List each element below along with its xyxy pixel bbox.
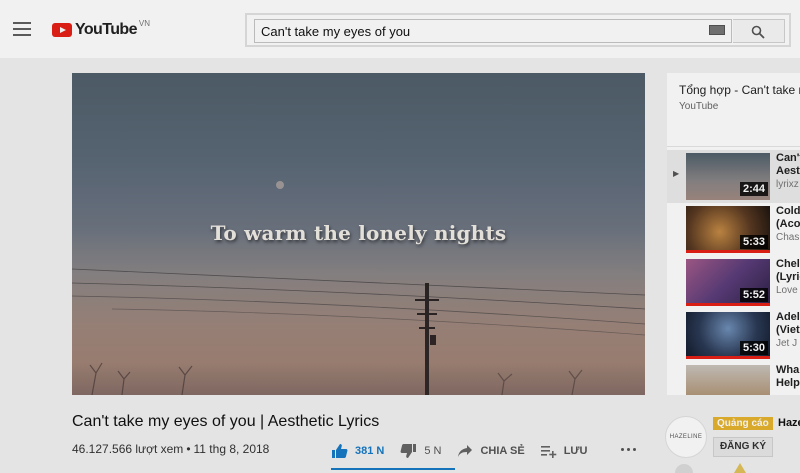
video-caption: To warm the lonely nights (210, 221, 507, 245)
video-name: Wha (776, 364, 800, 376)
watch-progress (686, 303, 770, 306)
like-bar (331, 468, 455, 470)
video-player[interactable]: To warm the lonely nights (72, 73, 645, 395)
subscribe-button[interactable]: ĐĂNG KÝ (713, 437, 773, 457)
video-name-line2: Help (776, 377, 800, 389)
playlist-channel[interactable]: YouTube (679, 101, 718, 112)
video-actions: 381 N 5 N CHIA SẺ LƯU (331, 436, 604, 466)
video-author: Chas (776, 232, 800, 243)
more-actions-icon[interactable] (621, 448, 639, 451)
playlist-title[interactable]: Tổng hợp - Can't take m (679, 83, 800, 97)
youtube-logo[interactable]: YouTube VN (52, 19, 150, 41)
watch-progress (686, 356, 770, 359)
ad-artwork-image (675, 463, 746, 473)
save-label: LƯU (563, 445, 588, 457)
playlist-item[interactable]: 5:33 Cold (Aco Chas (667, 203, 800, 256)
share-label: CHIA SẺ (480, 445, 525, 457)
search-input[interactable] (254, 19, 732, 43)
logo-wordmark: YouTube (75, 21, 137, 38)
video-author: Love (776, 285, 798, 296)
search-icon (751, 25, 765, 39)
video-name: Chel (776, 258, 800, 270)
thumbs-down-icon (400, 444, 417, 458)
video-thumbnail[interactable]: 2:44 (686, 153, 770, 200)
video-name-line2: Aest (776, 165, 800, 177)
video-thumbnail[interactable]: 5:30 (686, 312, 770, 359)
playlist-header[interactable]: Tổng hợp - Can't take m YouTube (667, 73, 800, 147)
video-author: Jet J (776, 338, 798, 349)
share-icon (458, 445, 473, 457)
ad-badge: Quảng cáo (713, 417, 773, 430)
like-button[interactable]: 381 N (331, 443, 384, 459)
playlist-item[interactable]: ▶ 2:44 Can't Aest lyrixz (667, 150, 800, 203)
logo-region: VN (138, 18, 150, 28)
video-thumbnail[interactable]: 5:33 (686, 206, 770, 253)
watch-progress (686, 250, 770, 253)
advertiser-logo[interactable]: HAZELINE (665, 416, 707, 458)
search-bar (245, 13, 791, 47)
upload-date: 11 thg 8, 2018 (193, 442, 270, 456)
playlist-item[interactable]: 5:52 Chel (Lyric Love (667, 256, 800, 309)
meta-separator: • (186, 442, 191, 456)
video-name-line2: (Aco (776, 218, 800, 230)
video-meta: 46.127.566 lượt xem • 11 thg 8, 2018 (72, 442, 269, 456)
playlist-item[interactable]: Wha Help (667, 362, 800, 395)
save-button[interactable]: LƯU (540, 444, 588, 458)
add-to-playlist-icon (540, 446, 557, 458)
video-duration: 5:33 (739, 235, 768, 249)
dislike-button[interactable]: 5 N (400, 443, 441, 459)
video-haze (72, 275, 645, 395)
video-author: lyrixz (776, 179, 799, 190)
video-name: Adel (776, 311, 800, 323)
share-button[interactable]: CHIA SẺ (457, 444, 525, 458)
video-title: Can't take my eyes of you | Aesthetic Ly… (72, 413, 380, 430)
masthead: YouTube VN (0, 0, 800, 58)
playlist-item[interactable]: 5:30 Adel (Viet Jet J (667, 309, 800, 362)
video-duration: 5:52 (739, 288, 768, 302)
video-name-line2: (Lyric (776, 271, 800, 283)
playlist-panel: Tổng hợp - Can't take m YouTube ▶ 2:44 C… (667, 73, 800, 395)
advertiser-name[interactable]: Haze (778, 417, 800, 429)
video-name: Can't (776, 152, 800, 164)
view-count: 46.127.566 lượt xem (72, 442, 184, 456)
video-name: Cold (776, 205, 800, 217)
keyboard-icon[interactable] (709, 25, 725, 35)
video-name-line2: (Viet (776, 324, 800, 336)
play-logo-icon (52, 23, 72, 37)
thumbs-up-icon (332, 444, 348, 458)
hamburger-menu-icon[interactable] (13, 22, 31, 36)
search-button[interactable] (733, 19, 785, 43)
video-duration: 5:30 (739, 341, 768, 355)
video-thumbnail[interactable] (686, 365, 770, 395)
now-playing-icon: ▶ (673, 169, 680, 178)
video-thumbnail[interactable]: 5:52 (686, 259, 770, 306)
like-count: 381 N (355, 445, 385, 457)
video-duration: 2:44 (739, 182, 768, 196)
dislike-count: 5 N (424, 445, 442, 457)
